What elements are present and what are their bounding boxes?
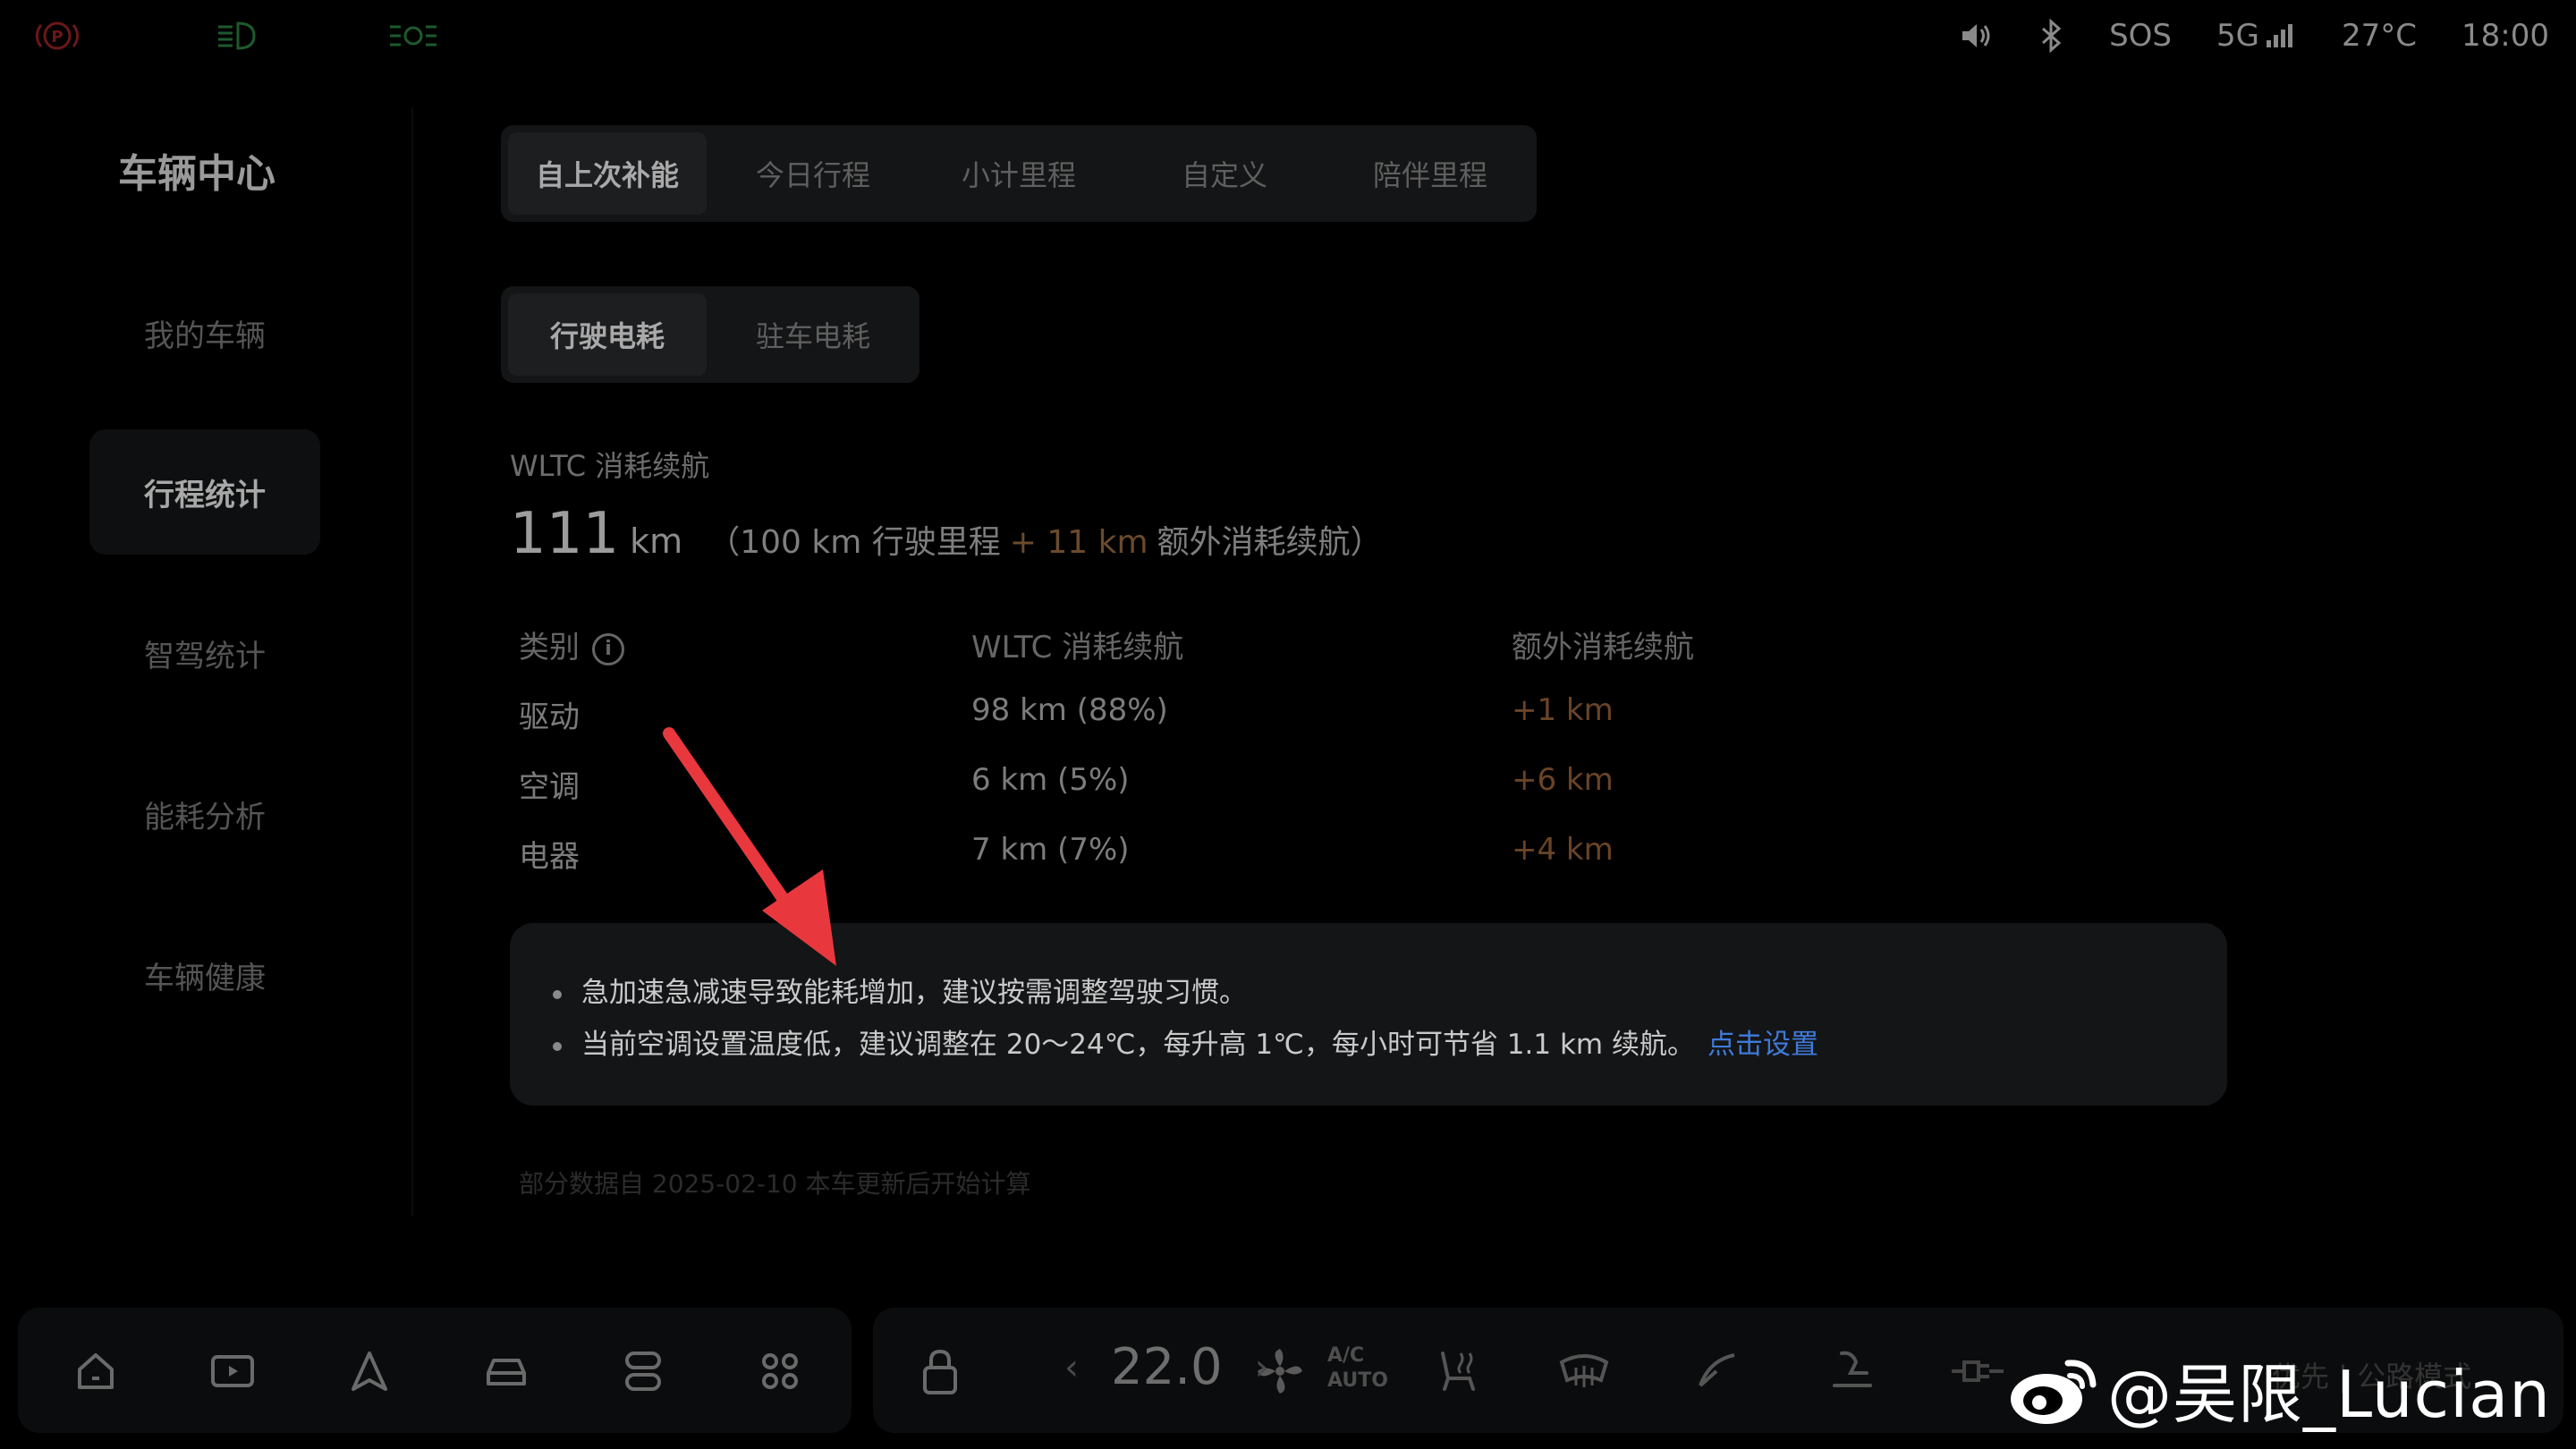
dock-apps [18, 1308, 852, 1433]
paren-close: ） [1350, 524, 1383, 561]
temp-down-button[interactable]: ‹ [1064, 1347, 1079, 1388]
position-lights-icon [390, 25, 436, 47]
paren-open: （ [708, 524, 741, 561]
control-center-icon[interactable] [612, 1340, 674, 1402]
tab-since-last-charge[interactable]: 自上次补能 [508, 132, 707, 215]
sidebar-item-adas-stats[interactable]: 智驾统计 [89, 590, 320, 716]
table-row-extra: +4 km [1512, 832, 1614, 868]
sidebar-item-label: 车辆健康 [144, 960, 266, 996]
tab-companion-mileage[interactable]: 陪伴里程 [1331, 132, 1530, 215]
sidebar: 车辆中心 我的车辆 行程统计 智驾统计 能耗分析 车辆健康 [0, 107, 413, 1216]
bluetooth-icon[interactable] [2038, 18, 2064, 54]
data-footnote: 部分数据自 2025-02-10 本车更新后开始计算 [519, 1169, 1031, 1199]
charging-port-icon[interactable] [1946, 1340, 2009, 1402]
clock: 18:00 [2462, 18, 2549, 54]
sidebar-item-trip-stats[interactable]: 行程统计 [89, 429, 320, 555]
tab-parking-consumption[interactable]: 驻车电耗 [714, 293, 912, 376]
network-indicator: 5G [2216, 18, 2297, 54]
info-icon[interactable]: i [592, 632, 624, 665]
weibo-watermark: @吴限_Lucian [2004, 1342, 2551, 1436]
primary-tabs: 自上次补能 今日行程 小计里程 自定义 陪伴里程 [501, 125, 1537, 222]
table-header-category-label: 类别 [519, 630, 580, 665]
summary-extra-value: + 11 km [1009, 524, 1148, 561]
tip-item: 急加速急减速导致能耗增加，建议按需调整驾驶习惯。 [553, 970, 1247, 1010]
table-row-extra: +1 km [1512, 692, 1614, 728]
temperature-control: ‹ 22.0 › [1064, 1338, 1269, 1396]
sos-button[interactable]: SOS [2109, 18, 2172, 54]
signal-icon [2267, 24, 2292, 47]
sidebar-item-vehicle-health[interactable]: 车辆健康 [89, 912, 320, 1038]
sidebar-item-label: 行程统计 [144, 477, 266, 513]
wiper-icon[interactable] [1687, 1340, 1750, 1402]
volume-icon[interactable] [1957, 18, 1993, 54]
sidebar-item-my-vehicle[interactable]: 我的车辆 [89, 270, 320, 395]
ac-label: A/C [1327, 1344, 1365, 1367]
home-icon[interactable] [64, 1340, 127, 1402]
media-icon[interactable] [201, 1340, 264, 1402]
tips-panel: 急加速急减速导致能耗增加，建议按需调整驾驶习惯。 当前空调设置温度低，建议调整在… [510, 923, 2227, 1106]
lock-icon[interactable] [909, 1340, 971, 1402]
summary-line: 111 km （ 100 km 行驶里程 + 11 km 额外消耗续航 ） [510, 501, 1383, 567]
low-beam-icon [218, 21, 256, 50]
click-settings-link[interactable]: 点击设置 [1707, 1029, 1818, 1061]
summary-unit: km [630, 521, 683, 561]
table-header-wltc: WLTC 消耗续航 [971, 630, 1184, 665]
sidebar-item-label: 我的车辆 [144, 318, 266, 354]
table-header-extra: 额外消耗续航 [1512, 630, 1694, 665]
table-row-wltc: 7 km (7%) [971, 832, 1130, 868]
table-header-category: 类别 i [519, 623, 624, 666]
navigation-icon[interactable] [338, 1340, 401, 1402]
tab-today-trip[interactable]: 今日行程 [714, 132, 912, 215]
car-icon[interactable] [475, 1340, 538, 1402]
svg-text:P: P [51, 28, 63, 47]
ac-auto-button[interactable]: A/C AUTO [1327, 1343, 1388, 1394]
table-row-wltc: 98 km (88%) [971, 692, 1168, 728]
status-bar: P SOS 5G 27°C 18:00 [0, 0, 2576, 72]
sidebar-item-label: 能耗分析 [144, 799, 266, 835]
status-right: SOS 5G 27°C 18:00 [1957, 13, 2549, 59]
secondary-tabs: 行驶电耗 驻车电耗 [501, 286, 919, 383]
seat-adjust-icon[interactable] [1821, 1340, 1884, 1402]
tip-text: 当前空调设置温度低，建议调整在 20～24℃，每升高 1℃，每小时可节省 1.1… [581, 1029, 1695, 1061]
table-row-category: 驱动 [519, 699, 580, 735]
summary-value: 111 [510, 501, 620, 567]
cabin-temperature: 22.0 [1111, 1338, 1223, 1396]
network-label: 5G [2216, 18, 2259, 54]
bullet-icon [553, 989, 562, 999]
weibo-logo-icon [2011, 1359, 2097, 1424]
sidebar-item-energy-analysis[interactable]: 能耗分析 [89, 751, 320, 877]
tab-custom[interactable]: 自定义 [1125, 132, 1324, 215]
table-row-category: 空调 [519, 769, 580, 805]
parking-brake-icon: P [35, 21, 80, 50]
table-row-wltc: 6 km (5%) [971, 762, 1130, 798]
watermark-text: @吴限_Lucian [2107, 1357, 2551, 1432]
table-row-category: 电器 [519, 839, 580, 875]
outside-temperature: 27°C [2342, 18, 2418, 54]
apps-grid-icon[interactable] [749, 1340, 811, 1402]
sidebar-item-label: 智驾统计 [144, 638, 266, 674]
table-row-extra: +6 km [1512, 762, 1614, 798]
tip-text: 急加速急减速导致能耗增加，建议按需调整驾驶习惯。 [581, 977, 1247, 1009]
bullet-icon [553, 1041, 562, 1051]
temp-up-button[interactable]: › [1255, 1347, 1269, 1388]
auto-label: AUTO [1327, 1369, 1388, 1392]
summary-driven: 100 km 行驶里程 [740, 524, 1001, 561]
defrost-front-icon[interactable] [1553, 1340, 1615, 1402]
tab-subtotal-mileage[interactable]: 小计里程 [919, 132, 1118, 215]
tab-driving-consumption[interactable]: 行驶电耗 [508, 293, 707, 376]
sidebar-title: 车辆中心 [118, 151, 275, 197]
seat-heat-icon[interactable] [1426, 1340, 1488, 1402]
summary-label: WLTC 消耗续航 [510, 449, 710, 483]
summary-extra-label: 额外消耗续航 [1157, 524, 1351, 561]
tip-item: 当前空调设置温度低，建议调整在 20～24℃，每升高 1℃，每小时可节省 1.1… [553, 1021, 1818, 1062]
